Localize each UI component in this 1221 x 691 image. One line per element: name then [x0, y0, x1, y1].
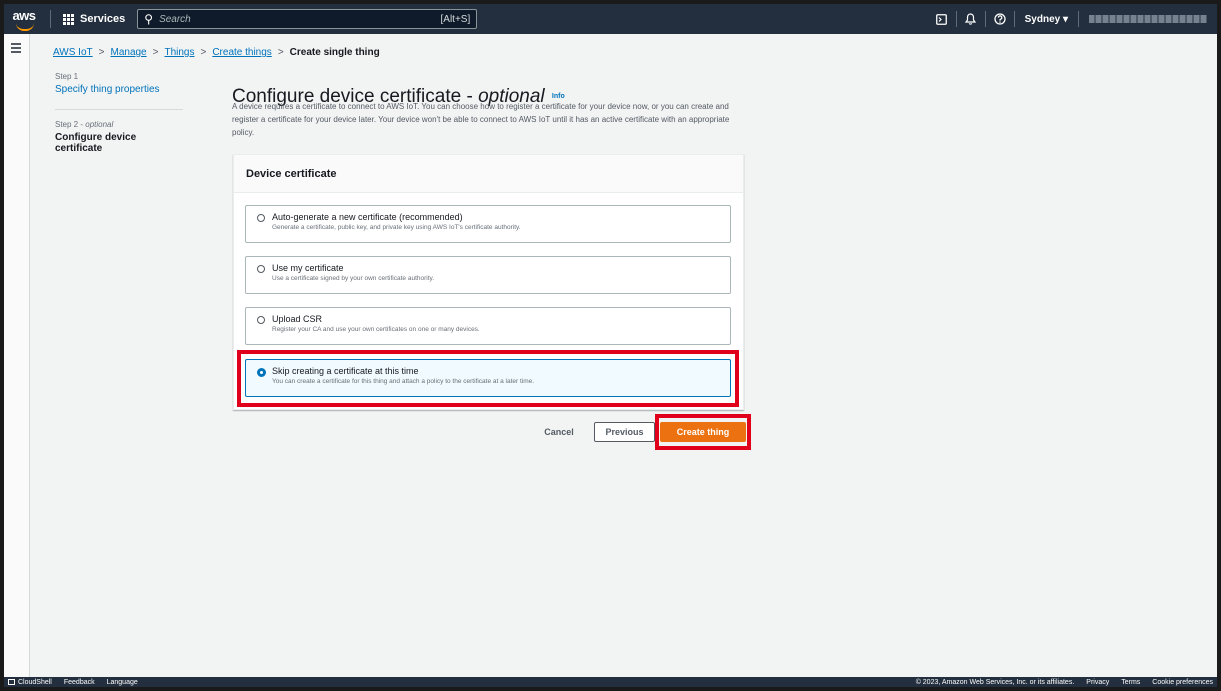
nav-right-group: Sydney ▾	[928, 4, 1217, 34]
cancel-button[interactable]: Cancel	[538, 423, 580, 441]
search-shortcut: [Alt+S]	[440, 13, 471, 25]
panel-heading: Device certificate	[234, 155, 743, 193]
option-title: Upload CSR	[272, 314, 323, 324]
footer-feedback[interactable]: Feedback	[64, 679, 95, 686]
step-1-label: Step 1	[55, 72, 79, 81]
chevron-right-icon: >	[277, 47, 284, 58]
option-auto-generate[interactable]: Auto-generate a new certificate (recomme…	[245, 205, 731, 243]
chevron-right-icon: >	[98, 47, 105, 58]
radio-button-selected[interactable]	[257, 368, 266, 377]
footer-cloudshell[interactable]: CloudShell	[18, 679, 52, 686]
step-divider	[55, 109, 183, 110]
breadcrumb-create-things[interactable]: Create things	[212, 47, 271, 58]
wizard-steps: Step 1 Specify thing properties Step 2 -…	[55, 72, 185, 154]
breadcrumb-aws-iot[interactable]: AWS IoT	[53, 47, 93, 58]
option-title: Skip creating a certificate at this time	[272, 366, 419, 376]
page-description: A device requires a certificate to conne…	[232, 102, 730, 137]
side-navigation-rail	[4, 34, 30, 677]
breadcrumb-current: Create single thing	[289, 47, 380, 58]
step-2-label: Step 2 - optional	[55, 120, 185, 129]
breadcrumb-things[interactable]: Things	[164, 47, 194, 58]
radio-button[interactable]	[257, 316, 265, 324]
breadcrumb-manage[interactable]: Manage	[110, 47, 146, 58]
aws-logo-text: aws	[12, 8, 36, 23]
step-1-link[interactable]: Specify thing properties	[55, 84, 185, 95]
option-use-my-certificate[interactable]: Use my certificate Use a certificate sig…	[245, 256, 731, 294]
nav-divider	[50, 10, 51, 28]
option-description: You can create a certificate for this th…	[272, 378, 535, 385]
step-2-current: Configure device certificate	[55, 132, 137, 154]
search-icon: ⚲	[144, 12, 154, 26]
option-description: Register your CA and use your own certif…	[272, 326, 480, 333]
search-input[interactable]: ⚲ Search [Alt+S]	[137, 9, 478, 29]
create-thing-button[interactable]: Create thing	[660, 422, 746, 442]
option-description: Use a certificate signed by your own cer…	[272, 275, 435, 282]
radio-button[interactable]	[257, 265, 265, 273]
option-skip-certificate[interactable]: Skip creating a certificate at this time…	[245, 359, 731, 397]
services-grid-icon	[63, 13, 74, 25]
option-title: Auto-generate a new certificate (recomme…	[272, 212, 463, 222]
top-navigation: aws Services ⚲ Search [Alt+S] Sydney ▾	[4, 4, 1217, 34]
footer-cookie-preferences[interactable]: Cookie preferences	[1152, 679, 1213, 686]
cloudshell-icon	[8, 679, 15, 685]
breadcrumb: AWS IoT > Manage > Things > Create thing…	[53, 47, 380, 58]
footer-terms[interactable]: Terms	[1121, 679, 1140, 686]
chevron-right-icon: >	[152, 47, 159, 58]
menu-hamburger-icon[interactable]	[11, 43, 21, 55]
previous-button[interactable]: Previous	[594, 422, 655, 442]
device-certificate-panel: Device certificate Auto-generate a new c…	[233, 154, 744, 410]
search-placeholder: Search	[159, 13, 191, 25]
step-2-prefix: Step 2 -	[55, 120, 86, 129]
cloudshell-icon[interactable]	[928, 4, 956, 34]
account-menu-redacted[interactable]	[1089, 15, 1207, 23]
services-label: Services	[80, 13, 126, 25]
help-icon[interactable]	[986, 4, 1014, 34]
aws-smile-icon	[16, 23, 34, 31]
footer: CloudShell Feedback Language © 2023, Ama…	[4, 677, 1217, 687]
aws-logo[interactable]: aws	[4, 4, 44, 34]
footer-copyright: © 2023, Amazon Web Services, Inc. or its…	[915, 678, 1075, 686]
bell-icon[interactable]	[957, 4, 985, 34]
option-description: Generate a certificate, public key, and …	[272, 224, 521, 231]
footer-language[interactable]: Language	[107, 679, 138, 686]
region-selector[interactable]: Sydney ▾	[1015, 14, 1078, 25]
footer-privacy[interactable]: Privacy	[1086, 679, 1109, 686]
chevron-right-icon: >	[200, 47, 207, 58]
option-title: Use my certificate	[272, 263, 344, 273]
footer-right: © 2023, Amazon Web Services, Inc. or its…	[916, 679, 1217, 686]
radio-button[interactable]	[257, 214, 265, 222]
step-2-optional: optional	[85, 120, 114, 129]
nav-divider	[1078, 11, 1079, 27]
option-upload-csr[interactable]: Upload CSR Register your CA and use your…	[245, 307, 731, 345]
services-menu-button[interactable]: Services	[57, 13, 131, 25]
